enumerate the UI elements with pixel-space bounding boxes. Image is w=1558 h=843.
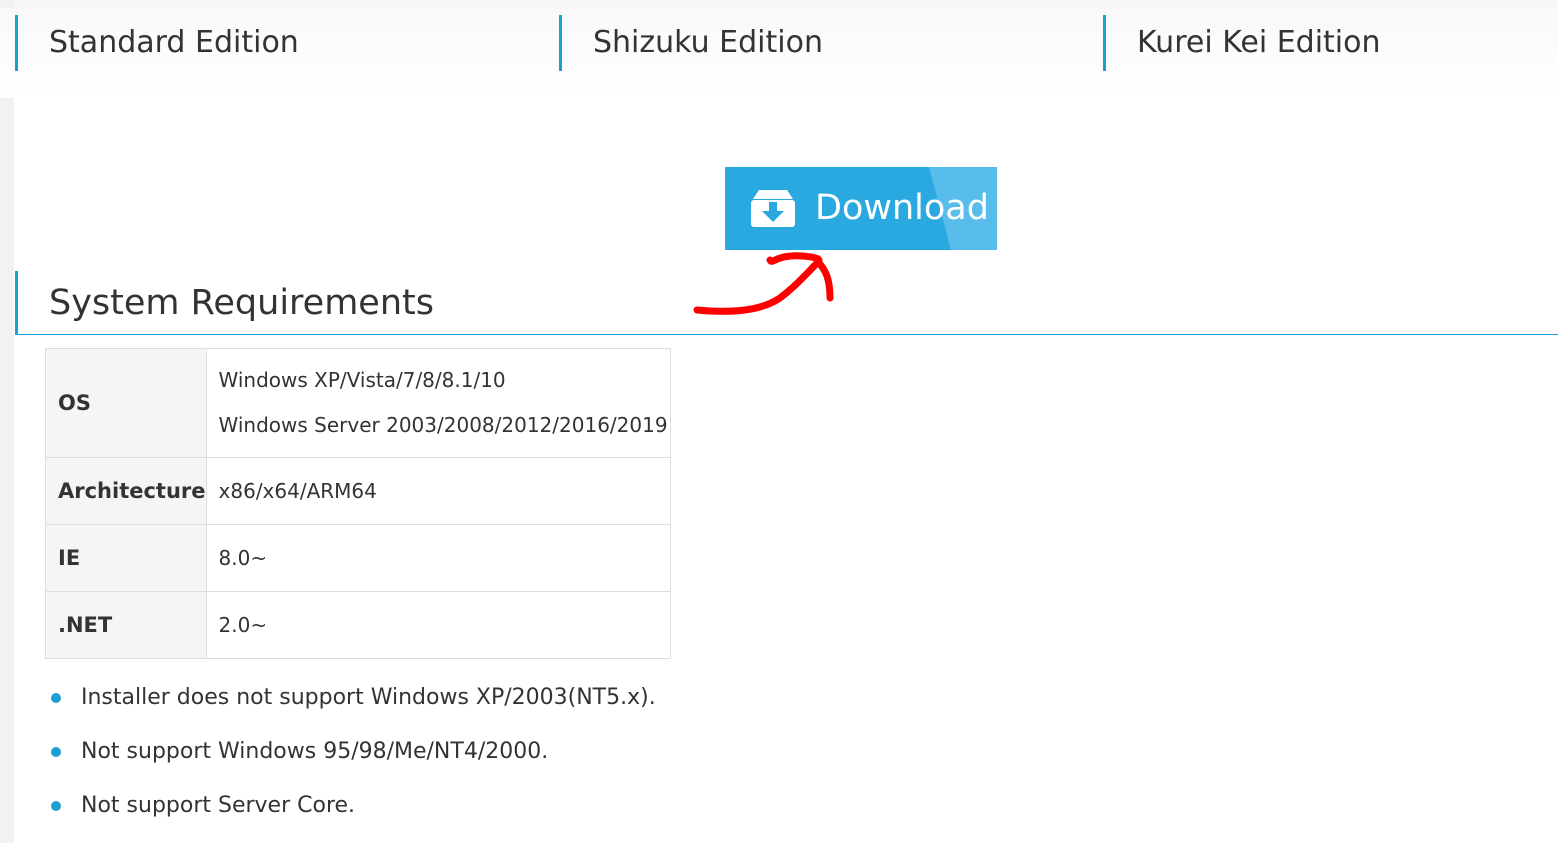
note-text: Not support Windows 95/98/Me/NT4/2000. <box>81 739 549 764</box>
os-client-versions: Windows XP/Vista/7/8/8.1/10 <box>218 368 506 392</box>
bullet-icon <box>51 801 61 811</box>
row-label: Architecture <box>45 457 207 525</box>
page: Standard Edition Shizuku Edition Kurei K… <box>0 0 1558 843</box>
table-row: IE 8.0~ <box>45 524 671 592</box>
list-item: Not support Windows 95/98/Me/NT4/2000. <box>45 728 656 782</box>
notes-list: Installer does not support Windows XP/20… <box>45 674 656 836</box>
row-value: 2.0~ <box>205 591 671 659</box>
table-row: Architecture x86/x64/ARM64 <box>45 457 671 525</box>
note-text: Installer does not support Windows XP/20… <box>81 685 656 710</box>
requirements-table: OS Windows XP/Vista/7/8/8.1/10 Windows S… <box>45 348 671 659</box>
edition-kurei-kei[interactable]: Kurei Kei Edition <box>1103 15 1381 71</box>
top-band <box>14 0 1558 8</box>
row-value: x86/x64/ARM64 <box>205 457 671 525</box>
note-text: Not support Server Core. <box>81 793 356 818</box>
edition-shizuku[interactable]: Shizuku Edition <box>559 15 823 71</box>
table-row: OS Windows XP/Vista/7/8/8.1/10 Windows S… <box>45 348 671 458</box>
bullet-icon <box>51 693 61 703</box>
download-label: Download <box>815 188 989 228</box>
row-label: .NET <box>45 591 207 659</box>
row-label: IE <box>45 524 207 592</box>
list-item: Installer does not support Windows XP/20… <box>45 674 656 728</box>
system-requirements-title: System Requirements <box>49 283 434 323</box>
row-label: OS <box>45 348 207 458</box>
table-row: .NET 2.0~ <box>45 591 671 659</box>
row-value: Windows XP/Vista/7/8/8.1/10 Windows Serv… <box>205 348 671 458</box>
edition-standard[interactable]: Standard Edition <box>15 15 299 71</box>
download-button[interactable]: Download <box>725 167 997 250</box>
system-requirements-header: System Requirements <box>15 271 1558 335</box>
bullet-icon <box>51 747 61 757</box>
list-item: Not support Server Core. <box>45 782 656 836</box>
os-server-versions: Windows Server 2003/2008/2012/2016/2019 <box>218 413 668 437</box>
left-gutter <box>0 0 14 843</box>
download-box-icon <box>751 190 795 227</box>
edition-tabs: Standard Edition Shizuku Edition Kurei K… <box>0 8 1558 98</box>
row-value: 8.0~ <box>205 524 671 592</box>
